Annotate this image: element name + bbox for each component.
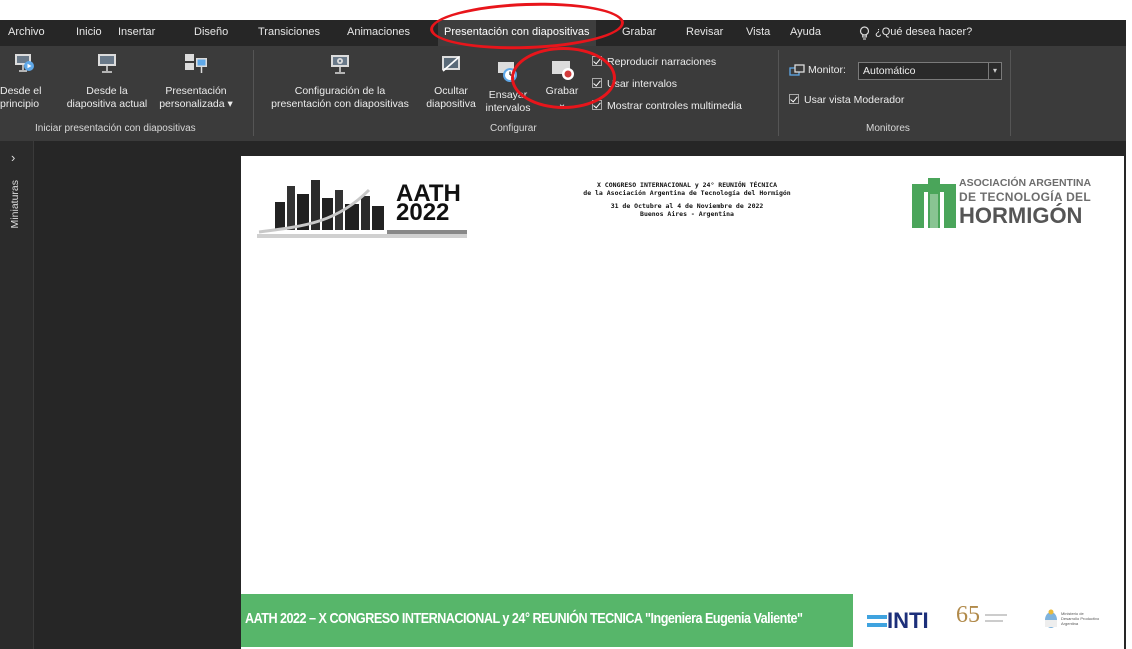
play-narrations-checkbox[interactable]: Reproducir narraciones [592,56,716,70]
monitors-group-label: Monitores [866,123,910,134]
tab-inicio[interactable]: Inicio [76,20,102,46]
from-beginning-button[interactable]: Desde el principio [0,52,46,111]
top-margin [0,0,1132,20]
expand-thumbnails-icon[interactable]: › [11,150,15,165]
asociacion-logo-icon [912,178,956,228]
checkmark-icon [592,56,602,66]
checkmark-icon [592,78,602,88]
setup-label-1: Configuración de la [294,85,386,97]
asociacion-line3: HORMIGÓN [959,203,1083,228]
slideshow-current-icon [98,54,116,73]
record-button[interactable]: Grabar ⌄ [536,58,588,111]
lightbulb-icon [859,26,870,40]
show-media-controls-checkbox[interactable]: Mostrar controles multimedia [592,100,742,114]
chevron-down-icon: ▾ [988,63,1001,79]
inti-logo-icon [867,615,887,627]
group-separator [1010,50,1011,136]
from-beginning-label-1: Desde el [0,85,42,97]
tab-archivo[interactable]: Archivo [8,20,45,46]
setup-slideshow-button[interactable]: Configuración de la presentación con dia… [260,52,420,111]
tab-animaciones[interactable]: Animaciones [347,20,410,46]
presenter-view-label: Usar vista Moderador [804,94,905,106]
show-media-controls-label: Mostrar controles multimedia [607,100,742,112]
rehearse-label-1: Ensayar [488,89,528,101]
group-separator [253,50,254,136]
hide-label-2: diapositiva [426,98,476,110]
tab-transiciones[interactable]: Transiciones [258,20,320,46]
monitor-select-value: Automático [863,65,916,77]
from-beginning-label-2: principio [0,98,40,110]
rehearse-label-2: intervalos [485,102,531,114]
tab-revisar[interactable]: Revisar [686,20,723,46]
ribbon: Desde el principio Desde la diapositiva … [0,46,1126,141]
thumbnails-label[interactable]: Miniaturas [9,180,21,228]
congress-line-3: 31 de Octubre al 4 de Noviembre de 2022 [610,202,764,210]
tell-me-search[interactable]: ¿Qué desea hacer? [875,20,972,46]
slide-footer-text: AATH 2022 – X CONGRESO INTERNACIONAL y 2… [245,610,803,627]
rehearse-timings-icon [498,62,517,82]
presenter-view-checkbox[interactable]: Usar vista Moderador [789,94,904,108]
setup-label-2: presentación con diapositivas [271,98,409,110]
record-dropdown-arrow[interactable]: ⌄ [536,98,588,111]
argentina-coat-of-arms-icon [1045,609,1057,628]
congress-heading: X CONGRESO INTERNACIONAL y 24° REUNIÓN T… [537,181,837,218]
group-separator [778,50,779,136]
from-current-label-2: diapositiva actual [66,98,148,110]
use-timings-checkbox[interactable]: Usar intervalos [592,78,677,92]
tab-grabar[interactable]: Grabar [622,20,656,46]
tab-ayuda[interactable]: Ayuda [790,20,821,46]
start-group-label: Iniciar presentación con diapositivas [35,123,196,134]
congress-line-4: Buenos Aires - Argentina [640,210,734,218]
use-timings-label: Usar intervalos [607,78,678,90]
custom-label-2: personalizada ▾ [159,98,233,110]
checkmark-icon [789,94,799,104]
custom-slideshow-button[interactable]: Presentación personalizada ▾ [156,52,236,111]
ministry-text: Ministerio de Desarrollo Productivo Arge… [1061,611,1099,626]
setup-group-label: Configurar [490,123,537,134]
65-years-subtext [985,614,1007,616]
right-margin [1126,0,1132,649]
inti-logo-text: INTI [887,608,929,633]
65-years-logo: 65 [956,602,980,628]
record-label: Grabar [545,85,579,97]
record-icon [552,61,574,80]
monitor-select[interactable]: Automático ▾ [858,62,1002,80]
rehearse-timings-button[interactable]: Ensayar intervalos [484,60,532,115]
hide-slide-button[interactable]: Ocultar diapositiva [420,52,482,111]
tab-insertar[interactable]: Insertar [118,20,155,46]
hide-slide-icon [442,56,460,72]
monitor-label: Monitor: [808,64,846,76]
setup-slideshow-icon [331,55,349,74]
tab-diseno[interactable]: Diseño [194,20,228,46]
slideshow-start-icon [15,54,34,72]
custom-label-1: Presentación [165,85,227,97]
checkmark-icon [592,100,602,110]
asociacion-line2: DE TECNOLOGÍA DEL [959,190,1091,204]
congress-line-1: X CONGRESO INTERNACIONAL y 24° REUNIÓN T… [596,181,777,189]
from-current-slide-button[interactable]: Desde la diapositiva actual [62,52,152,111]
slide-footer-banner: AATH 2022 – X CONGRESO INTERNACIONAL y 2… [241,594,853,647]
from-current-label-1: Desde la [86,85,128,97]
custom-slideshow-icon [185,54,207,73]
aath-logo-line2: 2022 [396,199,450,226]
65-years-subtext [985,620,1003,622]
ribbon-tab-bar: Archivo Inicio Insertar Diseño Transicio… [0,20,1126,46]
tab-presentacion-con-diapositivas[interactable]: Presentación con diapositivas [438,20,596,46]
asociacion-line1: ASOCIACIÓN ARGENTINA [959,177,1092,189]
slide-canvas[interactable]: AATH 2022 X CONGRESO INTERNACIONAL y 24°… [241,156,1124,649]
play-narrations-label: Reproducir narraciones [607,56,717,68]
tab-vista[interactable]: Vista [746,20,770,46]
hide-label-1: Ocultar [434,85,468,97]
ministry-line3: Argentina [1061,621,1079,626]
monitor-icon [789,64,805,76]
congress-line-2: de la Asociación Argentina de Tecnología… [583,189,791,197]
